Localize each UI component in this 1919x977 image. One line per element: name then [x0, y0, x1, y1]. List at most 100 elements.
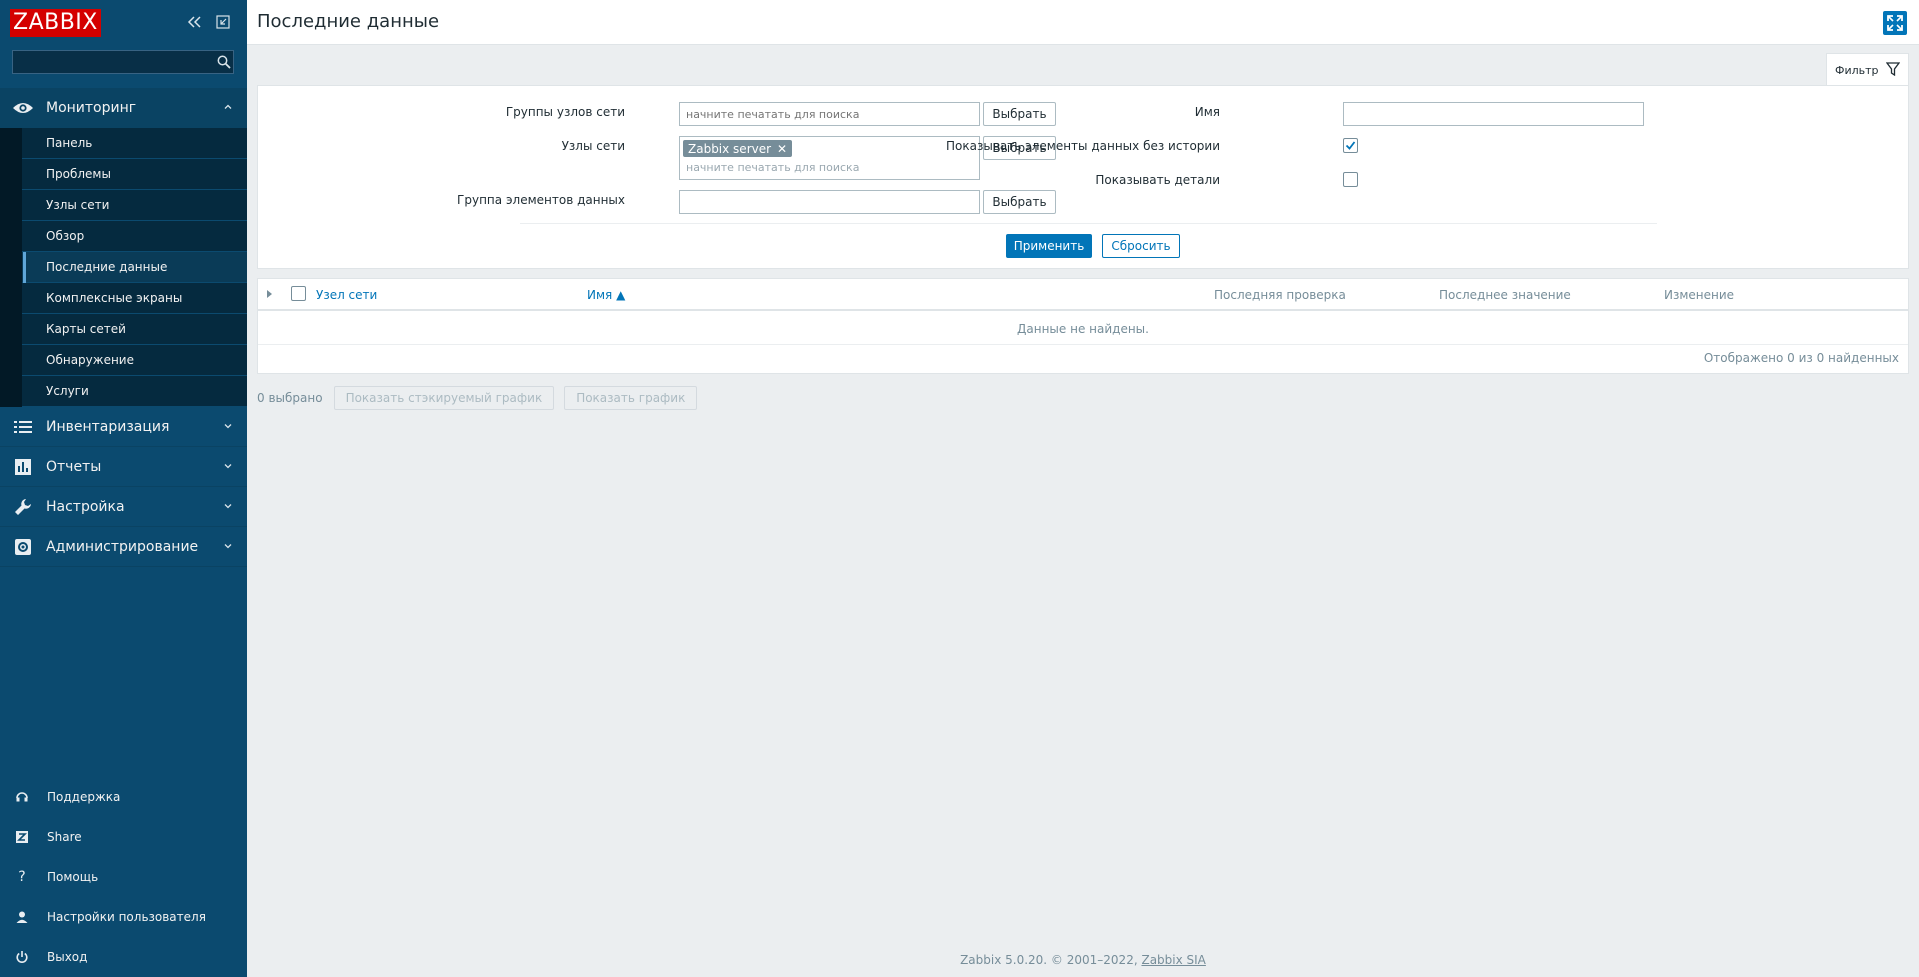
eye-icon [12, 99, 34, 117]
action-bar: 0 выбрано Показать стэкируемый график По… [257, 386, 707, 410]
support-link[interactable]: Поддержка [0, 777, 247, 817]
submenu-item-label: Узлы сети [46, 198, 110, 212]
share-link[interactable]: Share [0, 817, 247, 857]
bar-chart-icon [12, 458, 34, 476]
chevron-down-icon [224, 464, 232, 469]
wrench-icon [12, 498, 34, 516]
application-select-button[interactable]: Выбрать [983, 190, 1056, 214]
sidebar-search [12, 50, 235, 74]
menu-section-configuration[interactable]: Настройка [0, 487, 247, 527]
gear-icon [12, 538, 34, 556]
sidebar: ZABBIX Мониторинг Панель Проблемы Узлы с… [0, 0, 247, 977]
chevron-down-icon [224, 424, 232, 429]
fullscreen-icon [1887, 15, 1903, 31]
submenu-item-label: Последние данные [46, 260, 168, 274]
selected-count: 0 выбрано [257, 391, 323, 405]
menu-section-reports[interactable]: Отчеты [0, 447, 247, 487]
help-link[interactable]: ? Помощь [0, 857, 247, 897]
user-settings-link[interactable]: Настройки пользователя [0, 897, 247, 937]
name-input[interactable] [1343, 102, 1644, 126]
search-input[interactable] [12, 50, 234, 74]
menu-section-administration[interactable]: Администрирование [0, 527, 247, 567]
reset-button[interactable]: Сбросить [1102, 234, 1180, 258]
support-label: Поддержка [47, 790, 121, 804]
column-header-name[interactable]: Имя ▲ [587, 288, 625, 302]
submenu-item-overview[interactable]: Обзор [0, 221, 247, 252]
menu-section-inventory[interactable]: Инвентаризация [0, 407, 247, 447]
select-all-checkbox[interactable] [291, 286, 306, 301]
empty-message: Данные не найдены. [258, 313, 1908, 345]
submenu-item-services[interactable]: Услуги [0, 376, 247, 407]
footer-link[interactable]: Zabbix SIA [1141, 953, 1205, 967]
remove-tag-icon[interactable]: ✕ [777, 142, 787, 156]
stacked-graph-button[interactable]: Показать стэкируемый график [333, 386, 555, 410]
submenu-item-label: Панель [46, 136, 93, 150]
latest-data-table: Узел сети Имя ▲ Последняя проверка После… [257, 278, 1909, 374]
hosts-placeholder: начните печатать для поиска [686, 161, 860, 174]
submenu-item-label: Комплексные экраны [46, 291, 183, 305]
filter-tab[interactable]: Фильтр [1826, 53, 1909, 86]
submenu-item-label: Обзор [46, 229, 85, 243]
hosts-multiselect[interactable]: Zabbix server ✕ начните печатать для пои… [679, 136, 980, 180]
submenu-item-label: Услуги [46, 384, 89, 398]
chevron-down-icon [224, 544, 232, 549]
filter-divider [520, 223, 1657, 224]
filter-tab-label: Фильтр [1835, 63, 1879, 77]
question-icon: ? [18, 869, 26, 885]
host-groups-label: Группы узлов сети [505, 105, 625, 119]
show-details-label: Показывать детали [1095, 173, 1220, 187]
menu-section-label: Администрирование [46, 538, 199, 555]
share-z-icon [14, 829, 30, 845]
submenu-item-label: Обнаружение [46, 353, 134, 367]
user-icon [14, 909, 30, 925]
menu-section-label: Отчеты [46, 458, 102, 475]
host-groups-select-button[interactable]: Выбрать [983, 102, 1056, 126]
show-details-checkbox[interactable] [1343, 172, 1358, 187]
hide-sidebar-icon[interactable] [215, 14, 231, 30]
column-header-change: Изменение [1664, 288, 1735, 302]
expand-all-icon[interactable] [267, 290, 272, 298]
submenu-item-label: Проблемы [46, 167, 111, 181]
filter-panel: Группы узлов сети Выбрать Узлы сети Zabb… [257, 85, 1909, 269]
graph-button[interactable]: Показать график [564, 386, 698, 410]
search-icon[interactable] [215, 53, 233, 71]
logout-link[interactable]: Выход [0, 937, 247, 977]
table-stats: Отображено 0 из 0 найденных [1703, 351, 1899, 365]
show-without-history-checkbox[interactable] [1343, 138, 1358, 153]
submenu-item-problems[interactable]: Проблемы [0, 159, 247, 190]
apply-button[interactable]: Применить [1006, 234, 1092, 258]
headset-icon [14, 789, 30, 805]
main-content: Последние данные Фильтр Группы узлов сет… [247, 0, 1919, 977]
table-header: Узел сети Имя ▲ Последняя проверка После… [258, 279, 1908, 311]
submenu-item-latest-data[interactable]: Последние данные [0, 252, 247, 283]
help-label: Помощь [47, 870, 99, 884]
menu-section-label: Мониторинг [46, 99, 137, 116]
menu-section-label: Инвентаризация [46, 418, 170, 435]
submenu-item-dashboard[interactable]: Панель [0, 128, 247, 159]
footer-text: Zabbix 5.0.20. © 2001–2022, [960, 953, 1138, 967]
chevron-down-icon [224, 504, 232, 509]
fullscreen-button[interactable] [1883, 11, 1907, 35]
column-header-last-check: Последняя проверка [1214, 288, 1346, 302]
page-title: Последние данные [257, 11, 440, 32]
page-footer: Zabbix 5.0.20. © 2001–2022, Zabbix SIA [247, 953, 1919, 967]
main-menu: Мониторинг Панель Проблемы Узлы сети Обз… [0, 88, 247, 567]
user-settings-label: Настройки пользователя [47, 910, 206, 924]
column-header-last-value: Последнее значение [1439, 288, 1571, 302]
submenu-item-screens[interactable]: Комплексные экраны [0, 283, 247, 314]
menu-section-monitoring[interactable]: Мониторинг [0, 88, 247, 128]
sidebar-bottom-menu: Поддержка Share ? Помощь Настройки польз… [0, 777, 247, 977]
submenu-item-hosts[interactable]: Узлы сети [0, 190, 247, 221]
application-input[interactable] [679, 190, 980, 214]
submenu-item-label: Карты сетей [46, 322, 126, 336]
name-label: Имя [1194, 105, 1220, 119]
collapse-sidebar-icon[interactable] [187, 14, 203, 30]
column-header-host[interactable]: Узел сети [316, 288, 377, 302]
menu-section-label: Настройка [46, 498, 125, 515]
zabbix-logo[interactable]: ZABBIX [10, 9, 101, 37]
submenu-item-discovery[interactable]: Обнаружение [0, 345, 247, 376]
sidebar-controls [187, 14, 231, 30]
host-groups-input[interactable] [679, 102, 980, 126]
submenu-item-maps[interactable]: Карты сетей [0, 314, 247, 345]
monitoring-submenu: Панель Проблемы Узлы сети Обзор Последни… [0, 128, 247, 407]
